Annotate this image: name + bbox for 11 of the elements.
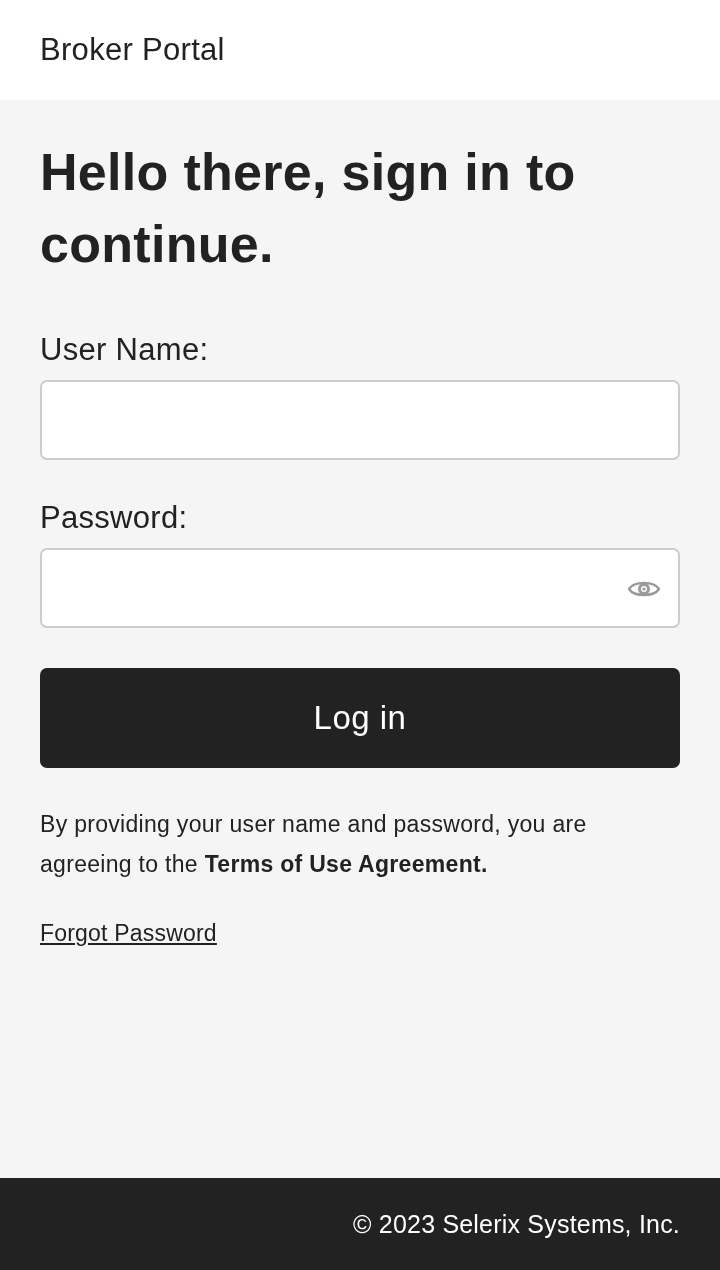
page-heading: Hello there, sign in to continue. — [40, 142, 577, 275]
eye-icon[interactable] — [628, 579, 660, 599]
terms-notice: By providing your user name and password, you are agreeing to the Terms of Use Agreement. — [40, 810, 588, 879]
login-button[interactable]: Log in — [40, 668, 680, 768]
password-field[interactable] — [40, 548, 680, 628]
field-label: User Name: — [40, 331, 209, 369]
forgot-password-link[interactable]: Forgot Password — [40, 913, 217, 953]
copyright-text: © 2023 Selerix Systems, Inc. — [353, 1209, 680, 1240]
username-field[interactable] — [40, 380, 680, 460]
field-label: Password: — [40, 499, 188, 537]
portal-title: Broker Portal — [40, 31, 225, 69]
